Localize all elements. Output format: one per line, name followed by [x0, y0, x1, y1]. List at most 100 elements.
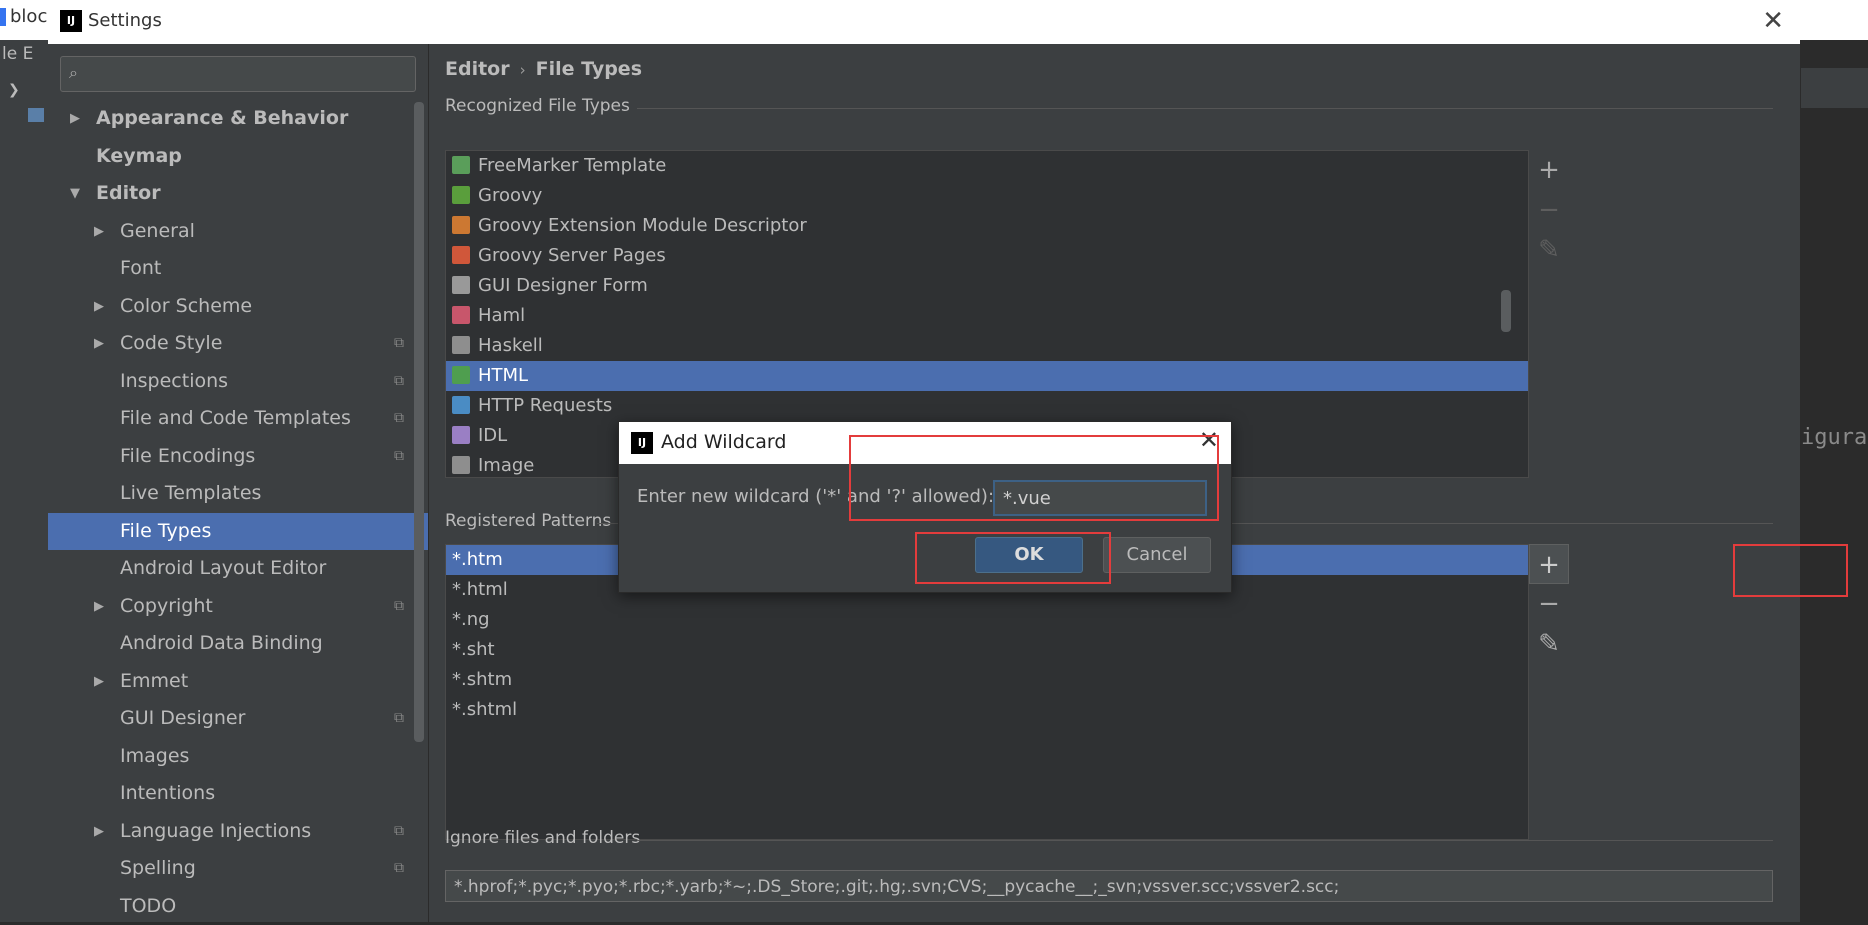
sidebar-item-font[interactable]: Font: [48, 250, 428, 288]
file-type-icon: [452, 426, 470, 444]
chevron-right-icon[interactable]: ▶: [94, 663, 104, 701]
sidebar-item-language-injections[interactable]: ▶Language Injections⧉: [48, 813, 428, 851]
file-type-label: Image: [478, 455, 534, 476]
file-type-item[interactable]: GUI Designer Form: [446, 271, 1528, 301]
wildcard-input[interactable]: [993, 480, 1207, 516]
add-wildcard-dialog: IJ Add Wildcard ✕ Enter new wildcard ('*…: [618, 421, 1232, 593]
sidebar-item-label: TODO: [120, 888, 176, 925]
ide-editor-area: [1801, 40, 1868, 922]
sidebar-item-label: Android Layout Editor: [120, 550, 326, 588]
sidebar-item-emmet[interactable]: ▶Emmet: [48, 663, 428, 701]
wildcard-label: Enter new wildcard ('*' and '?' allowed)…: [637, 486, 994, 507]
file-types-toolbar: + − ✎: [1529, 150, 1569, 270]
chevron-right-icon[interactable]: ▶: [94, 288, 104, 326]
settings-title-bar: IJ Settings ✕: [48, 0, 1800, 45]
close-icon[interactable]: ✕: [1199, 426, 1219, 454]
sidebar-item-live-templates[interactable]: Live Templates: [48, 475, 428, 513]
sidebar-item-label: Code Style: [120, 325, 222, 363]
pattern-item[interactable]: *.shtm: [446, 665, 1528, 695]
close-icon[interactable]: ✕: [1762, 6, 1784, 36]
sidebar-item-android-layout-editor[interactable]: Android Layout Editor: [48, 550, 428, 588]
add-file-type-button[interactable]: +: [1529, 150, 1569, 190]
sidebar-item-general[interactable]: ▶General: [48, 213, 428, 251]
chevron-right-icon[interactable]: ▶: [94, 588, 104, 626]
project-scope-icon: ⧉: [394, 813, 404, 851]
ignore-files-input[interactable]: *.hprof;*.pyc;*.pyo;*.rbc;*.yarb;*~;.DS_…: [445, 870, 1773, 902]
file-type-item[interactable]: FreeMarker Template: [446, 151, 1528, 181]
file-type-item[interactable]: HTML: [446, 361, 1528, 391]
divider: [637, 108, 1773, 109]
chevron-right-icon[interactable]: ▶: [94, 813, 104, 851]
ide-left-panel: ❯: [0, 68, 48, 922]
file-type-icon: [452, 396, 470, 414]
chevron-right-icon[interactable]: ▶: [94, 213, 104, 251]
file-type-icon: [452, 156, 470, 174]
chevron-right-icon[interactable]: ▶: [94, 325, 104, 363]
file-type-label: HTTP Requests: [478, 395, 612, 416]
sidebar-item-images[interactable]: Images: [48, 738, 428, 776]
file-type-label: Groovy Server Pages: [478, 245, 666, 266]
sidebar-item-file-encodings[interactable]: File Encodings⧉: [48, 438, 428, 476]
sidebar-item-editor[interactable]: ▼Editor: [48, 175, 428, 213]
pattern-item[interactable]: *.ng: [446, 605, 1528, 635]
pattern-item[interactable]: *.shtml: [446, 695, 1528, 725]
sidebar-item-intentions[interactable]: Intentions: [48, 775, 428, 813]
edit-file-type-button[interactable]: ✎: [1529, 230, 1569, 270]
ok-button[interactable]: OK: [975, 537, 1083, 573]
chevron-right-icon[interactable]: ▶: [70, 100, 80, 138]
sidebar-item-label: Inspections: [120, 363, 228, 401]
sidebar-item-todo[interactable]: TODO: [48, 888, 428, 925]
file-type-label: HTML: [478, 365, 528, 386]
sidebar-item-color-scheme[interactable]: ▶Color Scheme: [48, 288, 428, 326]
file-type-item[interactable]: Groovy: [446, 181, 1528, 211]
file-type-label: FreeMarker Template: [478, 155, 666, 176]
remove-file-type-button[interactable]: −: [1529, 190, 1569, 230]
project-scope-icon: ⧉: [394, 400, 404, 438]
sidebar-item-code-style[interactable]: ▶Code Style⧉: [48, 325, 428, 363]
file-type-item[interactable]: Haml: [446, 301, 1528, 331]
file-type-item[interactable]: Haskell: [446, 331, 1528, 361]
ide-logo: [0, 8, 6, 26]
file-type-item[interactable]: Groovy Extension Module Descriptor: [446, 211, 1528, 241]
file-type-icon: [452, 246, 470, 264]
ide-editor-text: igura: [1801, 425, 1867, 450]
sidebar-item-copyright[interactable]: ▶Copyright⧉: [48, 588, 428, 626]
sidebar-item-appearance-behavior[interactable]: ▶Appearance & Behavior: [48, 100, 428, 138]
remove-pattern-button[interactable]: −: [1529, 584, 1569, 624]
sidebar-item-keymap[interactable]: Keymap: [48, 138, 428, 176]
patterns-toolbar: + − ✎: [1529, 544, 1569, 664]
file-type-label: Groovy Extension Module Descriptor: [478, 215, 807, 236]
sidebar-scrollbar[interactable]: [414, 102, 424, 742]
sidebar-item-android-data-binding[interactable]: Android Data Binding: [48, 625, 428, 663]
project-scope-icon: ⧉: [394, 850, 404, 888]
project-scope-icon: ⧉: [394, 363, 404, 401]
settings-search-input[interactable]: ⌕: [60, 56, 416, 92]
sidebar-item-gui-designer[interactable]: GUI Designer⧉: [48, 700, 428, 738]
file-type-item[interactable]: HTTP Requests: [446, 391, 1528, 421]
dialog-title: Add Wildcard: [661, 431, 786, 453]
sidebar-item-label: Font: [120, 250, 161, 288]
sidebar-item-label: Live Templates: [120, 475, 261, 513]
chevron-right-icon: ›: [520, 61, 526, 79]
chevron-down-icon[interactable]: ▼: [70, 175, 80, 213]
breadcrumb-file-types: File Types: [536, 58, 642, 80]
collapse-icon[interactable]: ❯: [8, 82, 20, 98]
file-type-icon: [452, 336, 470, 354]
pattern-item[interactable]: *.sht: [446, 635, 1528, 665]
sidebar-item-inspections[interactable]: Inspections ⧉: [48, 363, 428, 401]
ide-right-toolbar: [1801, 68, 1868, 108]
add-pattern-button[interactable]: +: [1529, 544, 1569, 584]
sidebar-item-spelling[interactable]: Spelling⧉: [48, 850, 428, 888]
ide-menubar[interactable]: le E: [0, 40, 50, 68]
file-type-label: GUI Designer Form: [478, 275, 648, 296]
cancel-button[interactable]: Cancel: [1103, 537, 1211, 573]
file-type-item[interactable]: Groovy Server Pages: [446, 241, 1528, 271]
dialog-title-bar: IJ Add Wildcard ✕: [619, 422, 1231, 464]
file-types-scrollbar[interactable]: [1501, 290, 1511, 332]
sidebar-item-label: File and Code Templates: [120, 400, 351, 438]
sidebar-item-file-types[interactable]: File Types: [48, 513, 428, 551]
file-type-icon: [452, 456, 470, 474]
edit-pattern-button[interactable]: ✎: [1529, 624, 1569, 664]
intellij-logo-icon: IJ: [631, 432, 653, 454]
sidebar-item-file-and-code-templates[interactable]: File and Code Templates ⧉: [48, 400, 428, 438]
